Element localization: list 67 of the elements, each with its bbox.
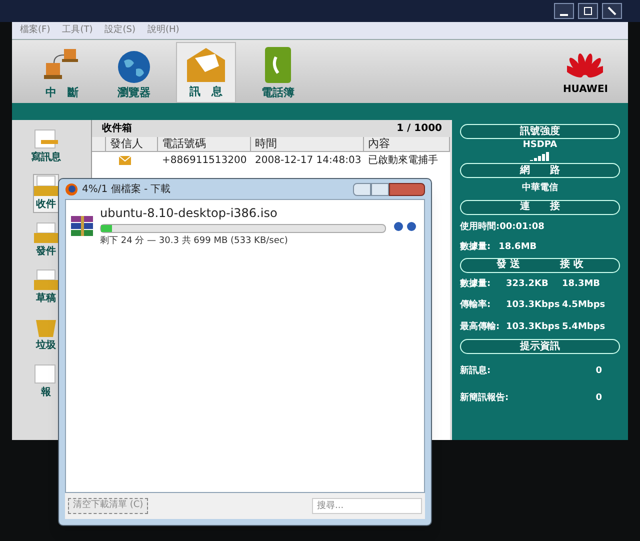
info-value: 0 [596, 392, 602, 404]
table-cell-text: 2008-12-17 14:48:03 [254, 154, 362, 168]
toolbar-tab[interactable]: 中 斷 [32, 42, 92, 103]
signal-bars-icon [530, 152, 550, 161]
download-status: 剩下 24 分 — 30.3 共 699 MB (533 KB/sec) [100, 234, 289, 248]
stat-label: 最高傳輸: [460, 320, 501, 334]
tray-icon [33, 222, 59, 244]
search-field[interactable]: 搜尋... [312, 498, 422, 514]
stat-value: 5.4Mbps [562, 320, 606, 334]
toolbar-tab[interactable]: 訊 息 [176, 42, 236, 103]
menu-item[interactable]: 檔案(F) [20, 24, 50, 38]
sidebar-item[interactable]: 垃圾 [34, 316, 58, 353]
stat-label: 數據量: [460, 241, 491, 254]
toolbar-tab[interactable]: 瀏覽器 [104, 42, 164, 103]
minimize-icon[interactable] [554, 3, 574, 19]
inbox-title: 收件箱 [101, 122, 132, 136]
column-header[interactable]: 發信人 [106, 137, 158, 151]
stat-label: 數據量: [460, 278, 492, 290]
pen-paper-icon [33, 128, 59, 150]
info-value: 0 [596, 365, 602, 378]
sidebar-item[interactable]: 報 [34, 363, 58, 400]
download-item[interactable]: ubuntu-8.10-desktop-i386.iso 剩下 24 分 — 30.3 共 699 MB (533 KB/sec) [66, 200, 424, 252]
minimize-button[interactable] [353, 182, 371, 196]
sidebar-item[interactable]: 收件 [34, 175, 58, 212]
section-header: 連 接 [460, 200, 620, 214]
stat-label: 傳輸率: [460, 299, 492, 312]
globe-icon [116, 48, 152, 84]
file-name: ubuntu-8.10-desktop-i386.iso [100, 204, 278, 222]
sidebar-item[interactable]: 草稿 [34, 269, 58, 306]
archive-icon [70, 215, 96, 237]
section-header: 訊號強度 [460, 124, 620, 139]
cancel-button[interactable] [407, 222, 416, 230]
table-cell-text: +886911513200 [161, 154, 248, 168]
tray-icon [33, 175, 59, 197]
column-header[interactable]: 時間 [251, 137, 364, 151]
browser-icon [65, 182, 78, 196]
usage-time: 使用時間:00:01:08 [458, 220, 546, 234]
info-label: 新訊息: [460, 365, 491, 378]
stat-value: 323.2KB [506, 278, 550, 290]
logo: HUAWEI [562, 52, 608, 97]
stat-value: 18.3MB [562, 278, 600, 290]
stat-value: 103.3Kbps [506, 299, 561, 312]
menu-item[interactable]: 說明(H) [147, 24, 180, 38]
column-header[interactable]: 電話號碼 [158, 137, 251, 151]
envelope-icon [185, 46, 227, 84]
pause-button[interactable] [394, 222, 403, 230]
carrier-name: 中華電信 [521, 181, 559, 195]
close-button[interactable] [389, 182, 425, 196]
stat-value: 4.5Mbps [562, 299, 606, 312]
stat-value: 103.3Kbps [506, 320, 561, 334]
section-header: 發 送 接 收 [460, 258, 620, 272]
section-header: 網 路 [460, 163, 620, 178]
table-cell-text: 已啟動來電捕手 [367, 154, 439, 168]
toolbar-tab[interactable]: 電話簿 [248, 42, 308, 103]
maximize-button[interactable] [371, 182, 389, 196]
window-title: 4%/1 個檔案 - 下載 [82, 182, 171, 196]
info-label: 新簡訊報告: [460, 392, 509, 404]
tray-icon [33, 269, 59, 291]
stat-value: 18.6MB [498, 241, 537, 254]
network-type: HSDPA [522, 141, 558, 150]
message-row[interactable]: +886911513200 2008-12-17 14:48:03 已啟動來電捕手 [92, 152, 450, 168]
menu-item[interactable]: 設定(S) [104, 24, 136, 38]
section-header: 提示資訊 [460, 339, 620, 354]
menu-item[interactable]: 工具(T) [62, 24, 93, 38]
message-count: 1 / 1000 [396, 122, 442, 136]
sidebar-item[interactable]: 發件 [34, 222, 58, 259]
restore-icon[interactable] [578, 3, 598, 19]
